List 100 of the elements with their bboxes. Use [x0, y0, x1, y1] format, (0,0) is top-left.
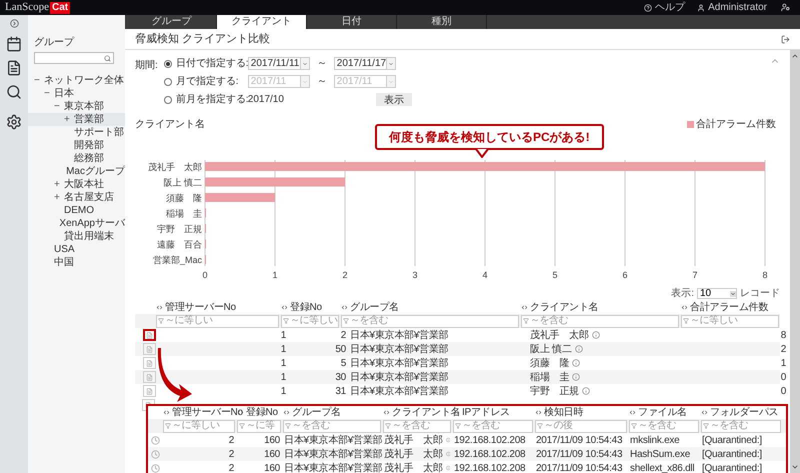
table-cell-text: 8 [780, 328, 786, 342]
table-cell-text: 茂礼手 太郎 [384, 434, 442, 448]
user-name[interactable]: Administrator [708, 0, 767, 15]
table-cell-text: 30 [335, 370, 346, 384]
tree-item[interactable]: DEMO [64, 203, 94, 218]
x-tick-label: 4 [482, 270, 488, 280]
filter-placeholder: ～に等しい [172, 420, 220, 432]
column-header[interactable]: 登録No [290, 300, 322, 315]
table-cell-text: [Quarantined:] [702, 448, 762, 462]
tree-item[interactable]: 開発部 [74, 138, 104, 153]
filter-placeholder: ～を含む [392, 420, 430, 432]
column-header[interactable]: 検知日時 [544, 405, 583, 420]
tree-item[interactable]: サポート部 [74, 125, 124, 140]
tab[interactable]: 種別 [397, 15, 487, 29]
table-cell-text: 0 [780, 370, 786, 384]
table-cell-text: 192.168.102.208 [454, 448, 526, 462]
tree-toggle[interactable]: + [64, 112, 74, 127]
column-header[interactable]: グループ名 [350, 300, 399, 315]
table-cell-text: 2 [228, 448, 234, 462]
table-cell-text: 須藤 隆 [530, 356, 569, 370]
table-cell-text: 日本¥東京本部¥営業部 [284, 434, 382, 448]
tree-item[interactable]: Macグループ [66, 164, 125, 179]
table-cell-text: 日本¥東京本部¥営業部 [350, 328, 448, 342]
tree-toggle[interactable]: + [54, 177, 64, 192]
filter-placeholder: ～に等しい [690, 315, 738, 327]
x-tick-label: 3 [412, 270, 418, 280]
table-cell-text: 50 [335, 342, 346, 356]
table-cell-text: 1 [280, 384, 286, 398]
chart-title: クライアント名 [135, 118, 205, 132]
column-header[interactable]: 管理サーバーNo [165, 300, 236, 315]
table-cell-text: 2 [228, 434, 234, 448]
tree-item[interactable]: 中国 [54, 255, 74, 270]
filter-placeholder: ～を含む [638, 420, 676, 432]
tree-toggle[interactable]: − [54, 99, 64, 114]
table-cell-text: 日本¥東京本部¥営業部 [284, 462, 382, 473]
category-label: 営業部_Mac [152, 255, 202, 265]
show-button[interactable]: 表示 [376, 93, 412, 106]
category-label: 宇野 正規 [157, 224, 202, 234]
x-tick-label: 1 [272, 270, 278, 280]
table-cell-text: 2 [228, 462, 234, 473]
tree-item[interactable]: 日本 [54, 86, 74, 101]
x-tick-label: 2 [342, 270, 348, 280]
table-cell-text: [Quarantined:] [702, 462, 762, 473]
range-separator: ～ [316, 75, 327, 89]
table-cell-text: 160 [264, 448, 280, 462]
tree-item[interactable]: ネットワーク全体 [44, 73, 124, 88]
sidebar-title: グループ [34, 36, 76, 50]
tree-item[interactable]: 名古屋支店 [64, 190, 114, 205]
column-header[interactable]: ファイル名 [638, 405, 687, 420]
table-cell-text: 160 [264, 434, 280, 448]
filter-placeholder: ～に等しい [165, 315, 212, 327]
table-cell-text: 2017/11/09 10:54:43 [536, 434, 622, 448]
table-cell-text: 茂礼手 太郎 [384, 448, 442, 462]
column-header[interactable]: クライアント名 [530, 300, 598, 315]
column-header[interactable]: 管理サーバーNo [172, 405, 243, 420]
column-header[interactable]: グループ名 [292, 405, 341, 420]
tree-toggle[interactable]: + [54, 190, 64, 205]
table-cell-text: 5 [340, 356, 346, 370]
column-header[interactable]: フォルダーパス [710, 405, 778, 420]
filter-placeholder: ～を含む [462, 420, 500, 432]
table-cell-text: 日本¥東京本部¥営業部 [350, 384, 448, 398]
table-cell-text: 阪上 慎二 [530, 342, 572, 356]
legend-label: 合計アラーム件数 [696, 118, 776, 132]
table-cell-text: 1 [780, 356, 786, 370]
tree-toggle[interactable]: − [34, 73, 44, 88]
tab[interactable]: 日付 [307, 15, 397, 29]
table-cell-text: 192.168.102.208 [454, 462, 526, 473]
table-cell-text: 茂礼手 太郎 [384, 462, 442, 473]
table-cell-text: 2017/11/09 10:54:43 [536, 448, 622, 462]
column-header[interactable]: クライアント名 [392, 405, 460, 420]
page-size-unit: レコード [740, 287, 780, 301]
filter-placeholder: ～を含む [350, 315, 388, 327]
tree-item[interactable]: 大阪本社 [64, 177, 104, 192]
tree-item[interactable]: 貸出用端末 [64, 229, 114, 244]
table-cell-text: 稲場 圭 [530, 370, 569, 384]
tree-item[interactable]: 営業部 [74, 112, 104, 127]
filter-placeholder: ～に等 [246, 420, 274, 432]
previous-month: 2017/10 [248, 93, 284, 107]
date-select[interactable]: 2017/11/11 [248, 57, 310, 70]
tree-item[interactable]: 総務部 [74, 151, 104, 166]
tree-item[interactable]: XenAppサーバ [59, 216, 125, 231]
table-cell-text: 2 [780, 342, 786, 356]
table-cell-text: [Quarantined:] [702, 434, 762, 448]
range-separator: ～ [316, 57, 327, 71]
page-size-select[interactable]: 10 [697, 288, 737, 299]
x-tick-label: 5 [552, 270, 558, 280]
column-header[interactable]: 登録No [246, 405, 278, 420]
tree-item[interactable]: USA [54, 242, 75, 257]
table-cell-text: 日本¥東京本部¥営業部 [350, 342, 448, 356]
date-select[interactable]: 2017/11/17 [334, 57, 396, 70]
category-label: 茂礼手 太郎 [148, 162, 202, 172]
tab[interactable]: クライアント [217, 15, 307, 29]
tree-item[interactable]: 東京本部 [64, 99, 104, 114]
column-header[interactable]: IPアドレス [462, 405, 510, 420]
tree-toggle[interactable]: − [44, 86, 54, 101]
filter-placeholder: ～を含む [292, 420, 330, 432]
help-link[interactable]: ヘルプ [655, 0, 686, 15]
column-header[interactable]: 合計アラーム件数 [690, 300, 768, 315]
table-cell-text: 160 [264, 462, 280, 473]
table-cell-text: 0 [780, 384, 786, 398]
